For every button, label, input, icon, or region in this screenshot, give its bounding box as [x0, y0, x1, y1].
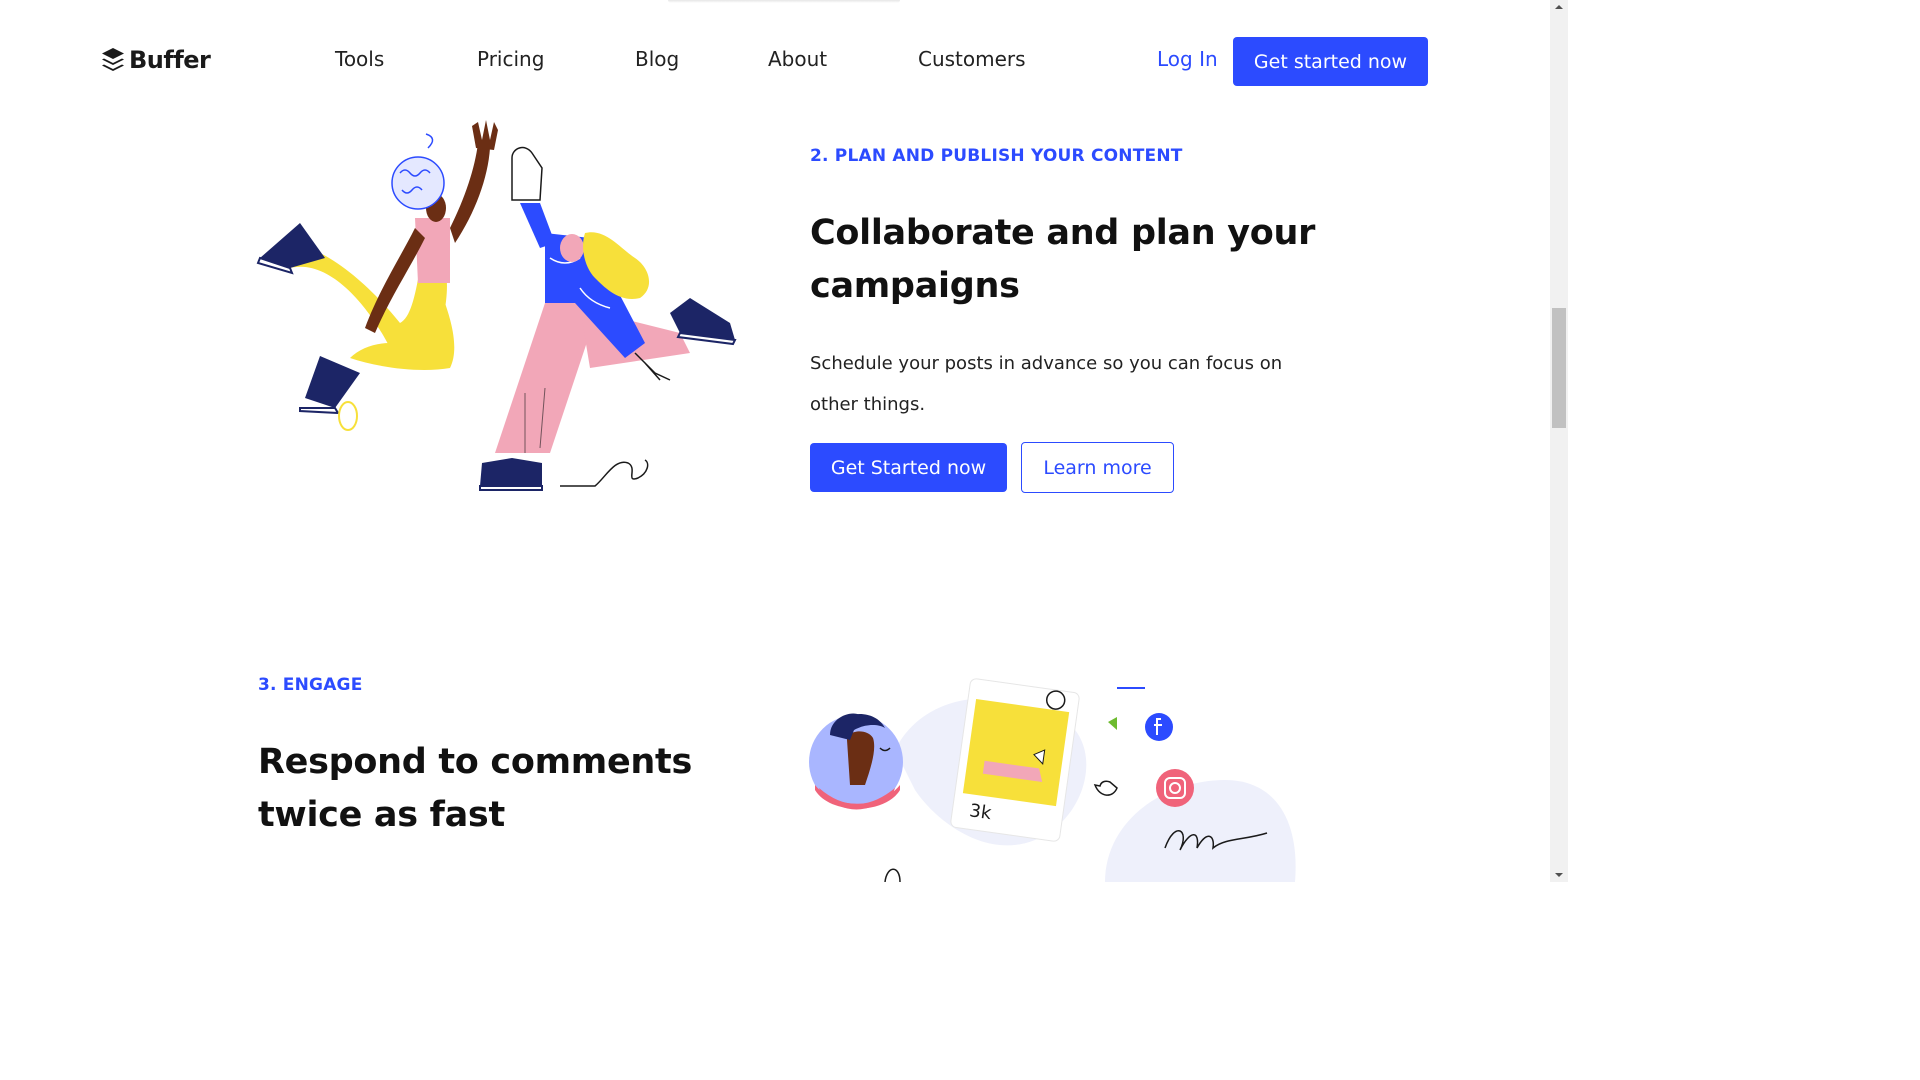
decorative-triangle: [1108, 717, 1117, 730]
like-count: 3k: [968, 800, 993, 824]
buffer-stack-icon: [102, 48, 124, 71]
avatar: [809, 713, 903, 810]
buffer-logo[interactable]: Buffer: [101, 46, 211, 74]
social-post-card: 3k: [950, 678, 1080, 842]
nav-blog[interactable]: Blog: [635, 47, 679, 71]
facebook-icon: [1145, 713, 1173, 741]
site-header: Buffer Tools Pricing Blog About Customer…: [0, 0, 1550, 120]
instagram-icon: [1156, 769, 1194, 807]
scroll-up-arrow-icon[interactable]: [1550, 0, 1568, 14]
engage-heading-line-2: twice as fast: [258, 795, 505, 835]
engage-section-heading: Respond to comments twice as fast: [258, 736, 692, 842]
high-five-illustration: [256, 120, 737, 491]
learn-more-button[interactable]: Learn more: [1021, 442, 1174, 493]
plan-body-line-2: other things.: [810, 394, 926, 415]
plan-heading-line-1: Collaborate and plan your: [810, 213, 1316, 253]
login-link[interactable]: Log In: [1157, 47, 1218, 71]
get-started-section-button[interactable]: Get Started now: [810, 443, 1007, 492]
get-started-header-button[interactable]: Get started now: [1233, 37, 1428, 86]
plan-section-heading: Collaborate and plan your campaigns: [810, 207, 1315, 313]
plan-body-line-1: Schedule your posts in advance so you ca…: [810, 353, 1283, 374]
plan-section-body: Schedule your posts in advance so you ca…: [810, 343, 1282, 425]
plan-heading-line-2: campaigns: [810, 266, 1020, 306]
engage-section-eyebrow: 3. ENGAGE: [258, 675, 363, 695]
nav-pricing[interactable]: Pricing: [477, 47, 544, 71]
header-shadow: [668, 0, 900, 3]
twitter-icon: [1093, 780, 1118, 796]
nav-customers[interactable]: Customers: [918, 47, 1026, 71]
plan-section-eyebrow: 2. PLAN AND PUBLISH YOUR CONTENT: [810, 146, 1183, 166]
page-scrollbar[interactable]: [1550, 0, 1568, 882]
scrollbar-thumb[interactable]: [1552, 308, 1566, 428]
scroll-down-arrow-icon[interactable]: [1550, 868, 1568, 882]
nav-about[interactable]: About: [768, 47, 827, 71]
engage-heading-line-1: Respond to comments: [258, 742, 692, 782]
nav-tools[interactable]: Tools: [335, 47, 384, 71]
logo-text: Buffer: [129, 46, 211, 74]
engage-illustration: 3k: [809, 678, 1296, 882]
